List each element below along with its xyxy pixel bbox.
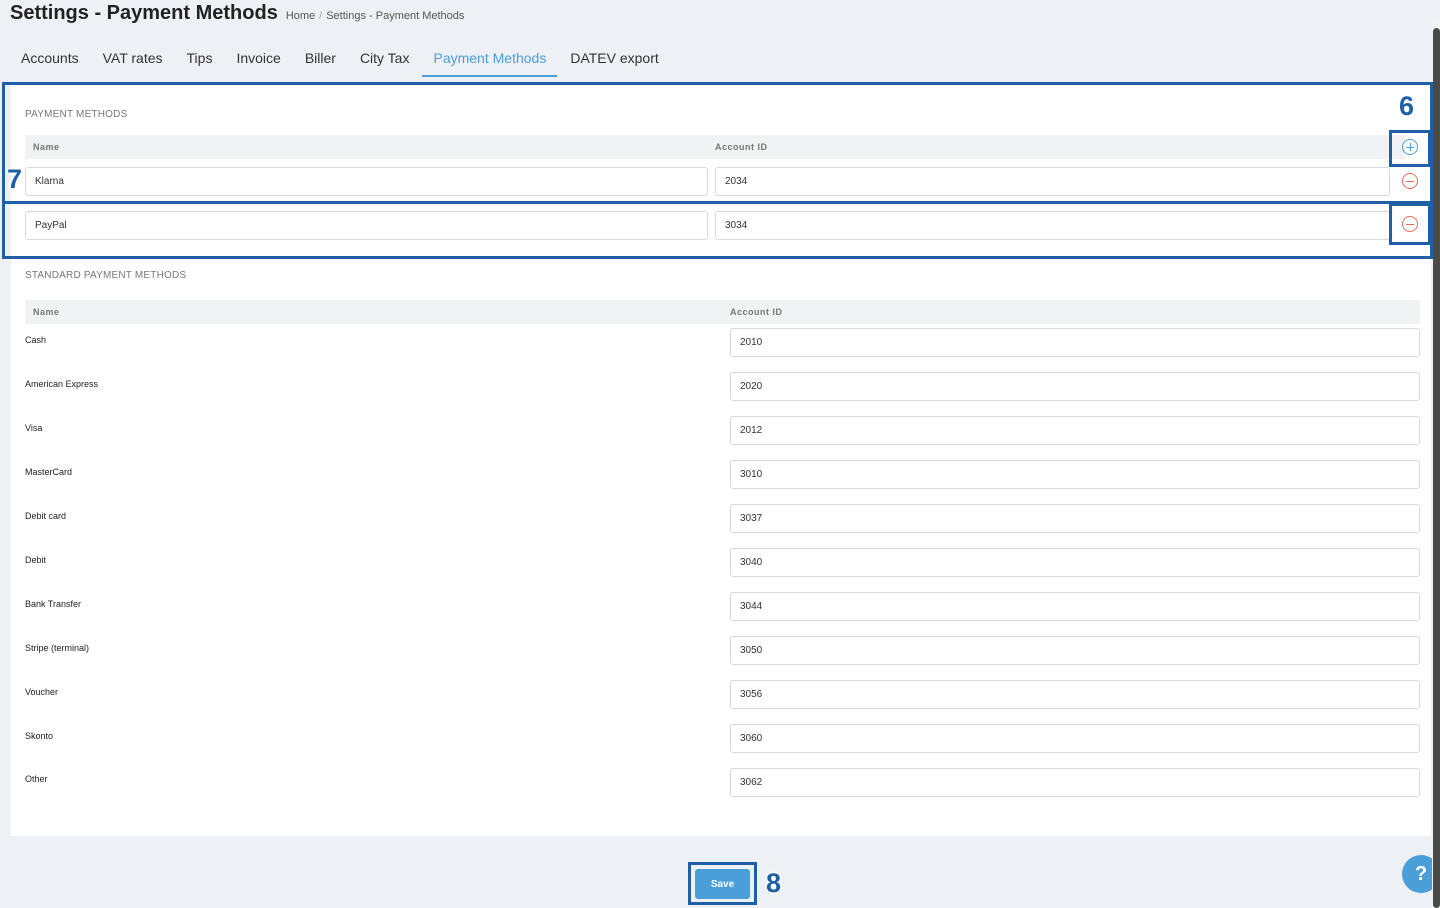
tab-city-tax[interactable]: City Tax: [349, 40, 421, 77]
minus-circle-icon: [1406, 180, 1414, 182]
standard-method-account-input[interactable]: [730, 592, 1420, 621]
breadcrumb: Home / Settings - Payment Methods: [286, 10, 465, 22]
tab-tips[interactable]: Tips: [176, 40, 224, 77]
standard-method-account-input[interactable]: [730, 680, 1420, 709]
standard-payment-methods-heading: STANDARD PAYMENT METHODS: [25, 270, 187, 281]
standard-method-account-input[interactable]: [730, 768, 1420, 797]
standard-method-label: Stripe (terminal): [25, 643, 90, 653]
standard-method-label: Cash: [25, 335, 47, 345]
standard-method-account-input[interactable]: [730, 328, 1420, 357]
help-icon: ?: [1414, 862, 1428, 885]
column-header-name: Name: [33, 142, 60, 152]
settings-tabs: Accounts VAT rates Tips Invoice Biller C…: [10, 40, 672, 78]
standard-method-label: Debit: [25, 555, 47, 565]
tab-datev-export[interactable]: DATEV export: [559, 40, 669, 77]
payment-method-name-input[interactable]: [25, 167, 708, 196]
column-header-account-id: Account ID: [715, 142, 768, 152]
tab-invoice[interactable]: Invoice: [225, 40, 291, 77]
column-header-name: Name: [33, 307, 60, 317]
page-header: Settings - Payment Methods Home / Settin…: [10, 2, 464, 25]
column-header-account-id: Account ID: [730, 307, 783, 317]
annotation-number-7: 7: [7, 164, 23, 194]
payment-method-account-input[interactable]: [715, 167, 1390, 196]
scrollbar-thumb[interactable]: [1433, 28, 1440, 908]
payment-methods-heading: PAYMENT METHODS: [25, 109, 128, 120]
annotation-number-8: 8: [766, 868, 782, 898]
tab-vat-rates[interactable]: VAT rates: [92, 40, 174, 77]
standard-method-label: Debit card: [25, 511, 67, 521]
breadcrumb-home[interactable]: Home: [286, 10, 315, 22]
add-payment-method-button[interactable]: [1402, 139, 1418, 155]
standard-method-account-input[interactable]: [730, 416, 1420, 445]
standard-method-account-input[interactable]: [730, 724, 1420, 753]
remove-payment-method-button[interactable]: [1402, 173, 1418, 189]
standard-method-account-input[interactable]: [730, 372, 1420, 401]
remove-payment-method-button[interactable]: [1402, 216, 1418, 232]
settings-panel: PAYMENT METHODS Name Account ID STANDARD…: [11, 84, 1431, 836]
standard-method-label: MasterCard: [25, 467, 73, 477]
payment-methods-table-header: Name Account ID: [25, 135, 1405, 159]
standard-method-label: Skonto: [25, 731, 54, 741]
tab-accounts[interactable]: Accounts: [10, 40, 90, 77]
standard-payment-methods-table-header: Name Account ID: [25, 300, 1420, 324]
standard-method-label: American Express: [25, 379, 99, 389]
tab-payment-methods[interactable]: Payment Methods: [422, 40, 558, 77]
standard-method-account-input[interactable]: [730, 460, 1420, 489]
save-button[interactable]: Save: [695, 869, 750, 899]
tab-biller[interactable]: Biller: [294, 40, 347, 77]
standard-method-label: Bank Transfer: [25, 599, 82, 609]
page-title: Settings - Payment Methods: [10, 2, 278, 24]
payment-method-name-input[interactable]: [25, 211, 708, 240]
annotation-number-6: 6: [1399, 91, 1415, 121]
standard-method-label: Visa: [25, 423, 43, 433]
standard-method-label: Voucher: [25, 687, 59, 697]
minus-circle-icon: [1406, 223, 1414, 225]
standard-method-account-input[interactable]: [730, 636, 1420, 665]
standard-method-account-input[interactable]: [730, 548, 1420, 577]
payment-method-account-input[interactable]: [715, 211, 1390, 240]
breadcrumb-separator: /: [319, 10, 323, 22]
standard-method-label: Other: [25, 774, 48, 784]
breadcrumb-current: Settings - Payment Methods: [326, 10, 465, 22]
standard-method-account-input[interactable]: [730, 504, 1420, 533]
